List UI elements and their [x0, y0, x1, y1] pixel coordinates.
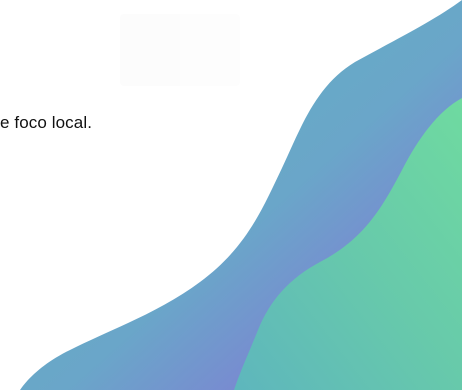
wave-ribbon-graphic	[20, 0, 462, 390]
slide-page: e foco local.	[0, 0, 462, 390]
